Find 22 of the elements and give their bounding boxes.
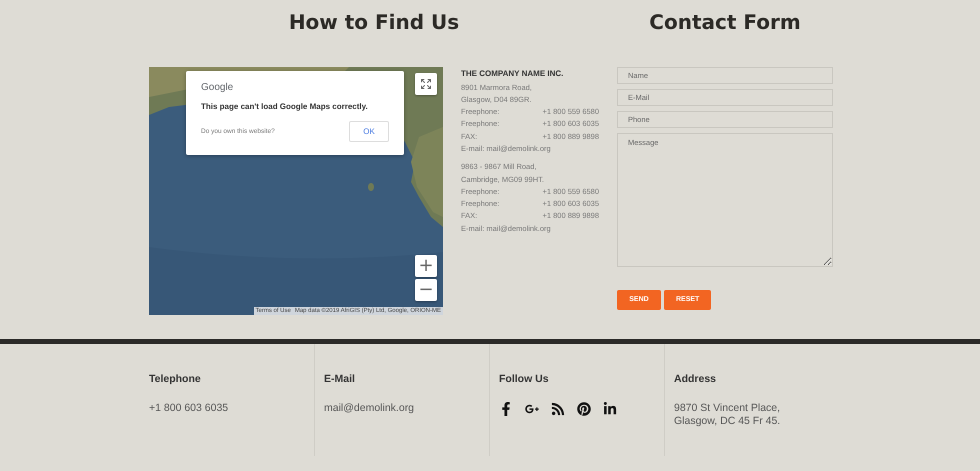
zoom-in-button[interactable]: + (415, 254, 437, 276)
section-title: How to Find Us (288, 10, 460, 36)
footer-text: 9870 St Vincent Place, (674, 402, 782, 415)
footer-heading: Telephone (149, 373, 202, 385)
fullscreen-button[interactable] (415, 72, 437, 94)
ok-button[interactable]: OK (349, 120, 389, 142)
footer-text: +1 800 603 6035 (149, 402, 230, 415)
footer-text: Glasgow, DC 45 Fr 45. (674, 415, 782, 428)
section-title: Contact Form (648, 10, 802, 36)
footer-heading: Follow Us (499, 373, 550, 385)
footer-heading: E-Mail (324, 373, 356, 385)
google-plus-icon[interactable] (525, 402, 539, 416)
footer-heading: Address (674, 373, 718, 385)
zoom-out-button[interactable]: − (415, 278, 437, 300)
dialog-brand: Google (201, 82, 234, 92)
footer-text: mail@demolink.org (324, 402, 416, 415)
linkedin-icon[interactable] (603, 402, 617, 416)
pinterest-icon[interactable] (577, 402, 591, 416)
company-name: THE COMPANY NAME INC. (461, 68, 564, 78)
rss-icon[interactable] (551, 402, 565, 416)
dialog-message: This page can't load Google Maps correctly. (201, 102, 369, 110)
fullscreen-icon (420, 78, 432, 90)
